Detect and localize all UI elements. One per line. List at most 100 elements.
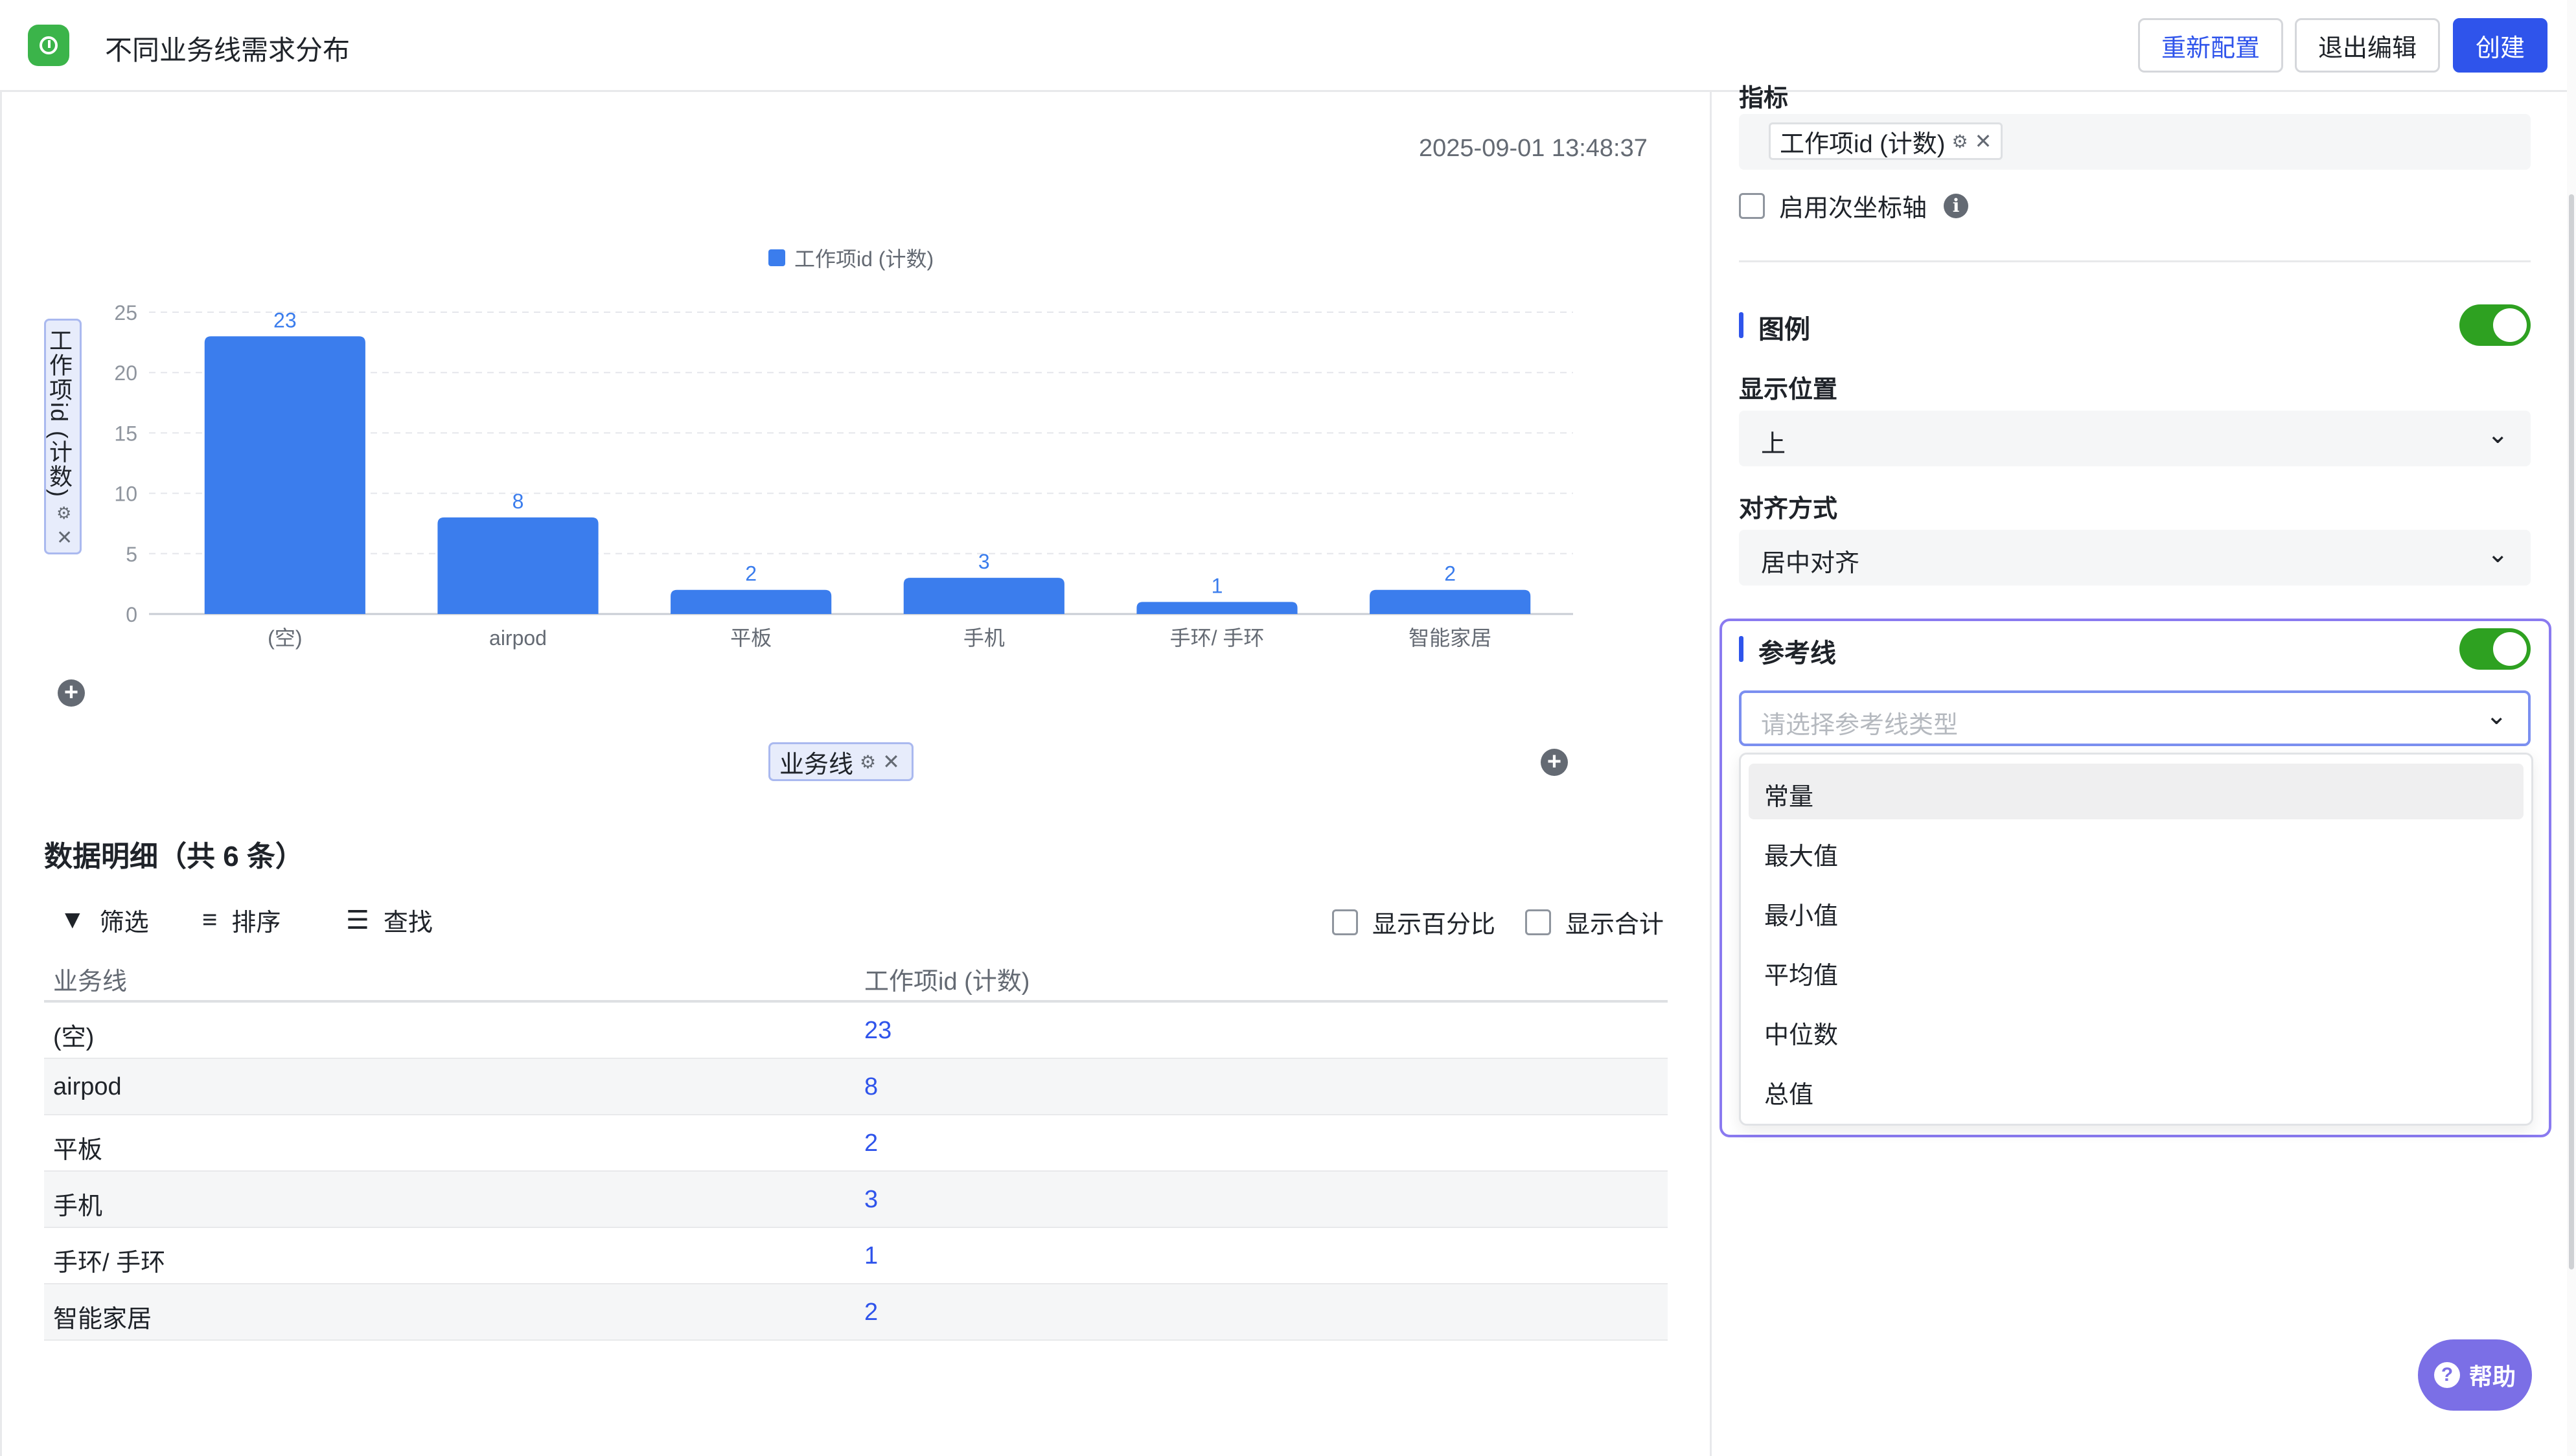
option-label: 最小值 xyxy=(1764,903,1839,930)
align-value: 居中对齐 xyxy=(1761,550,1860,577)
metric-label: 指标 xyxy=(1739,85,1789,112)
cell-business-line: 手环/ 手环 xyxy=(53,1249,166,1277)
cell-count[interactable]: 2 xyxy=(864,1130,878,1157)
option-label: 平均值 xyxy=(1764,962,1839,990)
bar xyxy=(437,517,599,614)
reconfigure-button[interactable]: 重新配置 xyxy=(2138,18,2283,73)
option-total[interactable]: 总值 xyxy=(1749,1062,2524,1117)
bar xyxy=(1370,589,1531,614)
cell-count[interactable]: 3 xyxy=(864,1186,878,1214)
align-select[interactable]: 居中对齐 ⌄ xyxy=(1739,530,2531,586)
reference-line-toggle[interactable] xyxy=(2459,628,2531,670)
x-axis-field-pill[interactable]: 业务线 ⚙ ✕ xyxy=(768,742,914,781)
cell-business-line: airpod xyxy=(53,1073,122,1100)
toggle-knob xyxy=(2493,308,2527,342)
sort-button[interactable]: ≡ 排序 xyxy=(202,902,281,938)
question-icon: ? xyxy=(2433,1362,2460,1388)
data-label: 3 xyxy=(978,550,990,573)
create-button[interactable]: 创建 xyxy=(2453,18,2547,73)
option-max[interactable]: 最大值 xyxy=(1749,823,2524,879)
toggle-knob xyxy=(2493,632,2527,666)
secondary-axis-label: 启用次坐标轴 xyxy=(1779,195,1927,222)
cell-count[interactable]: 1 xyxy=(864,1242,878,1270)
align-label: 对齐方式 xyxy=(1739,495,1838,523)
secondary-axis-checkbox[interactable]: 启用次坐标轴 i xyxy=(1739,188,1969,223)
help-button[interactable]: ? 帮助 xyxy=(2418,1339,2532,1411)
position-select[interactable]: 上 ⌄ xyxy=(1739,411,2531,466)
scrollbar[interactable] xyxy=(2567,0,2576,1456)
show-total-checkbox[interactable]: 显示合计 xyxy=(1525,904,1664,940)
x-tick-label: airpod xyxy=(489,626,547,650)
gear-icon[interactable]: ⚙ xyxy=(1951,131,1968,152)
cell-count[interactable]: 8 xyxy=(864,1073,878,1101)
find-icon: ☰ xyxy=(346,905,369,935)
table-row: (空) 23 xyxy=(44,1003,1668,1059)
data-label: 2 xyxy=(745,562,757,586)
close-icon[interactable]: ✕ xyxy=(882,749,900,774)
x-tick-label: 手环/ 手环 xyxy=(1170,626,1265,650)
checkbox-box[interactable] xyxy=(1739,192,1765,219)
table-row: 手环/ 手环 1 xyxy=(44,1228,1668,1284)
bar xyxy=(903,578,1064,614)
y-tick-label: 15 xyxy=(114,422,137,445)
bar xyxy=(671,589,832,614)
find-label: 查找 xyxy=(383,909,433,937)
bar xyxy=(204,336,365,614)
reference-line-placeholder: 请选择参考线类型 xyxy=(1761,712,1959,739)
reference-line-section-title: 参考线 xyxy=(1739,632,1836,670)
filter-button[interactable]: ▼ 筛选 xyxy=(60,902,149,938)
position-value: 上 xyxy=(1761,431,1786,458)
metric-tag[interactable]: 工作项id (计数) ⚙ ✕ xyxy=(1769,122,2003,160)
x-tick-label: 平板 xyxy=(730,626,772,650)
column-header-business-line[interactable]: 业务线 xyxy=(53,961,127,997)
column-header-count[interactable]: 工作项id (计数) xyxy=(864,961,1029,997)
option-median[interactable]: 中位数 xyxy=(1749,1002,2524,1058)
legend-toggle[interactable] xyxy=(2459,304,2531,346)
table-row: airpod 8 xyxy=(44,1059,1668,1115)
chevron-down-icon: ⌄ xyxy=(2487,420,2509,449)
option-average[interactable]: 平均值 xyxy=(1749,942,2524,998)
table-row: 平板 2 xyxy=(44,1115,1668,1172)
data-label: 23 xyxy=(273,308,297,332)
bar xyxy=(1136,602,1298,614)
option-constant[interactable]: 常量 xyxy=(1749,764,2524,819)
add-x-field-icon[interactable]: + xyxy=(1541,749,1568,776)
exit-edit-button[interactable]: 退出编辑 xyxy=(2295,18,2440,73)
option-min[interactable]: 最小值 xyxy=(1749,883,2524,938)
data-label: 1 xyxy=(1212,574,1223,597)
cell-business-line: (空) xyxy=(53,1024,95,1051)
legend-section-title: 图例 xyxy=(1739,308,1810,346)
show-percent-label: 显示百分比 xyxy=(1372,911,1496,938)
bar-chart: 0510152025 2382312 (空) airpod 平板 手机 手环/ 手环 智能… xyxy=(114,301,1573,650)
show-percent-checkbox[interactable]: 显示百分比 xyxy=(1332,904,1495,940)
cell-count[interactable]: 23 xyxy=(864,1017,891,1045)
table-row: 智能家居 2 xyxy=(44,1284,1668,1341)
checkbox-box[interactable] xyxy=(1525,909,1551,935)
filter-label: 筛选 xyxy=(99,909,149,937)
chevron-down-icon: ⌄ xyxy=(2485,701,2507,730)
x-tick-label: 手机 xyxy=(963,626,1005,650)
divider xyxy=(1739,260,2531,262)
detail-table: 业务线 工作项id (计数) (空) 23 airpod 8 平板 2 手机 3 手环/… xyxy=(44,951,1668,1341)
data-label: 2 xyxy=(1444,562,1456,586)
position-label: 显示位置 xyxy=(1739,376,1838,404)
option-label: 总值 xyxy=(1764,1082,1814,1109)
filter-icon: ▼ xyxy=(60,905,86,934)
chevron-down-icon: ⌄ xyxy=(2487,540,2509,568)
cell-count[interactable]: 2 xyxy=(864,1299,878,1326)
close-icon[interactable]: ✕ xyxy=(1975,129,1992,154)
metric-tag-label: 工作项id (计数) xyxy=(1780,130,1946,158)
x-tick-label: (空) xyxy=(268,626,302,650)
table-header: 业务线 工作项id (计数) xyxy=(44,951,1668,1003)
scrollbar-thumb[interactable] xyxy=(2569,194,2574,1269)
sort-label: 排序 xyxy=(231,909,281,937)
y-tick-label: 10 xyxy=(114,483,137,506)
checkbox-box[interactable] xyxy=(1332,909,1358,935)
info-icon[interactable]: i xyxy=(1944,193,1969,218)
reference-line-type-select[interactable]: 请选择参考线类型 ⌄ xyxy=(1739,690,2531,746)
gear-icon[interactable]: ⚙ xyxy=(860,751,876,773)
find-button[interactable]: ☰ 查找 xyxy=(346,902,433,938)
help-label: 帮助 xyxy=(2468,1363,2516,1390)
y-tick-label: 20 xyxy=(114,361,137,385)
detail-title: 数据明细（共 6 条） xyxy=(44,841,304,872)
